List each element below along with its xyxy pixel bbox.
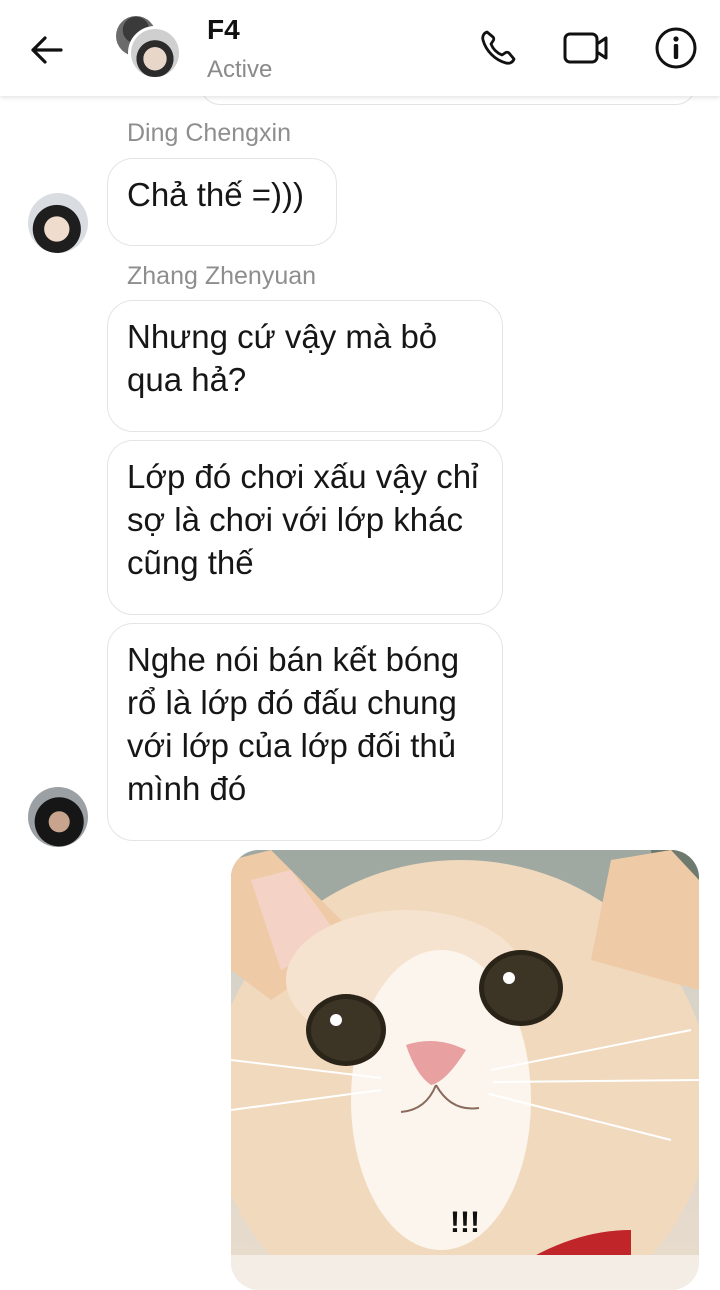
avatar[interactable] [28,787,88,847]
cat-sticker-image[interactable]: !!! [231,850,699,1290]
arrow-left-icon [31,36,63,64]
message-bubble[interactable]: Lớp đó chơi xấu vậy chỉ sợ là chơi với l… [107,440,503,615]
chat-title[interactable]: F4 [207,14,240,46]
back-button[interactable] [24,28,68,72]
avatar[interactable] [28,193,88,253]
chat-header: F4 Active [0,0,720,96]
video-call-button[interactable] [562,24,610,72]
message-bubble[interactable]: Nghe nói bán kết bóng rổ là lớp đó đấu c… [107,623,503,841]
avatar [128,26,182,80]
sender-name: Ding Chengxin [127,119,291,147]
call-button[interactable] [474,24,522,72]
message-bubble[interactable]: Chả thế =))) [107,158,337,246]
active-status: Active [207,56,273,83]
sender-name: Zhang Zhenyuan [127,262,317,290]
info-button[interactable] [652,24,700,72]
group-avatar[interactable] [112,14,182,80]
info-icon [655,27,697,69]
phone-icon [481,30,516,65]
message-bubble[interactable]: Nhưng cứ vậy mà bỏ qua hả? [107,300,503,432]
video-camera-icon [563,32,608,64]
sticker-caption: !!! [450,1206,480,1239]
